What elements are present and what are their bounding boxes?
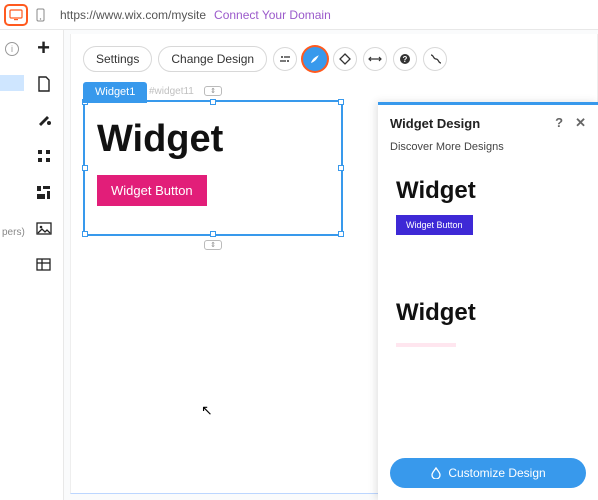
preset-heading: Widget <box>396 299 580 327</box>
preset-icon[interactable] <box>273 47 297 71</box>
behaviors-icon[interactable] <box>423 47 447 71</box>
settings-button[interactable]: Settings <box>83 46 152 72</box>
url-bar: https://www.wix.com/mysite Connect Your … <box>60 8 592 22</box>
animation-icon[interactable] <box>333 47 357 71</box>
resize-handle[interactable] <box>210 231 216 237</box>
design-preset[interactable]: Widget Widget Button <box>378 165 598 247</box>
panel-footer: Customize Design <box>378 450 598 500</box>
connect-domain-link[interactable]: Connect Your Domain <box>214 8 331 22</box>
pages-icon[interactable] <box>34 74 54 94</box>
help-icon[interactable]: ? <box>393 47 417 71</box>
widget-id-label: #widget11 <box>149 86 194 97</box>
design-preset[interactable]: Widget <box>378 287 598 364</box>
layout-icon[interactable] <box>34 182 54 202</box>
design-panel: Widget Design ? ✕ Discover More Designs … <box>378 102 598 500</box>
svg-text:?: ? <box>403 55 408 64</box>
widget-heading: Widget <box>85 102 341 169</box>
panel-help-icon[interactable]: ? <box>555 115 563 131</box>
stretch-handle-top[interactable]: ⇕ <box>204 86 222 96</box>
media-icon[interactable] <box>34 218 54 238</box>
panel-header: Widget Design ? ✕ <box>378 105 598 141</box>
preset-heading: Widget <box>396 177 580 205</box>
canvas[interactable]: Settings Change Design ? Widget1 #widget… <box>64 30 598 500</box>
data-icon[interactable] <box>34 254 54 274</box>
tool-column: + <box>24 30 64 500</box>
resize-handle[interactable] <box>82 231 88 237</box>
floating-toolbar: Settings Change Design ? <box>83 46 447 72</box>
preset-button-placeholder <box>396 343 456 347</box>
device-toggle <box>6 6 50 24</box>
selected-widget[interactable]: ⇕ Widget Widget Button ⇕ <box>83 100 343 236</box>
panel-title: Widget Design <box>390 116 480 131</box>
widget-tab[interactable]: Widget1 <box>83 82 147 103</box>
resize-handle[interactable] <box>338 231 344 237</box>
design-icon[interactable] <box>303 47 327 71</box>
widget-button[interactable]: Widget Button <box>97 175 207 206</box>
apps-icon[interactable] <box>34 146 54 166</box>
panel-subtitle: Discover More Designs <box>378 141 598 161</box>
top-bar: https://www.wix.com/mysite Connect Your … <box>0 0 598 30</box>
resize-handle[interactable] <box>338 165 344 171</box>
resize-handle[interactable] <box>338 99 344 105</box>
info-icon[interactable]: i <box>5 42 19 56</box>
preset-button: Widget Button <box>396 215 473 235</box>
theme-icon[interactable] <box>34 110 54 130</box>
panel-close-icon[interactable]: ✕ <box>575 115 586 131</box>
desktop-device-button[interactable] <box>6 6 26 24</box>
customize-design-button[interactable]: Customize Design <box>390 458 586 488</box>
stage: i pers) + Settings Change Design ? Widge… <box>0 30 598 500</box>
mobile-icon <box>36 8 45 22</box>
add-button[interactable]: + <box>34 38 54 58</box>
stretch-icon[interactable] <box>363 47 387 71</box>
drop-icon <box>430 467 442 479</box>
left-highlight <box>0 75 24 91</box>
resize-handle[interactable] <box>82 165 88 171</box>
cursor-icon: ↖ <box>201 402 213 419</box>
customize-label: Customize Design <box>448 466 545 480</box>
mobile-device-button[interactable] <box>30 6 50 24</box>
left-pane-fragment: pers) <box>0 225 27 240</box>
gutter: i <box>0 30 24 500</box>
desktop-icon <box>9 9 23 21</box>
design-list[interactable]: Widget Widget Button Widget <box>378 161 598 450</box>
change-design-button[interactable]: Change Design <box>158 46 267 72</box>
site-url: https://www.wix.com/mysite <box>60 8 206 22</box>
resize-handle[interactable] <box>210 99 216 105</box>
stretch-handle-bottom[interactable]: ⇕ <box>204 240 222 250</box>
